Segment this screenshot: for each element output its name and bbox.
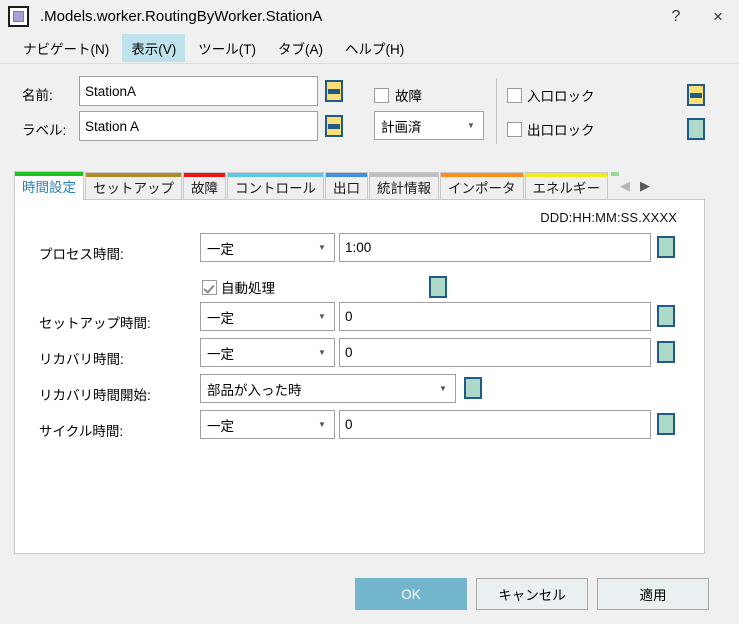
cycle-time-distribution-value: 一定 [207, 418, 234, 434]
recovery-time-input[interactable] [339, 338, 651, 367]
process-time-distribution-combo[interactable]: 一定 ▼ [200, 233, 335, 262]
auto-process-label: 自動処理 [221, 281, 275, 296]
form-divider [496, 78, 497, 144]
chevron-right-icon[interactable]: ▶ [635, 174, 655, 198]
chevron-down-icon: ▼ [439, 383, 447, 393]
menu-item-view[interactable]: 表示(V) [122, 34, 186, 62]
setup-time-distribution-combo[interactable]: 一定 ▼ [200, 302, 335, 331]
cycle-time-input[interactable] [339, 410, 651, 439]
setup-time-input[interactable] [339, 302, 651, 331]
status-combo[interactable]: 計画済 ▼ [374, 111, 484, 140]
menu-bar: ナビゲート(N) 表示(V) ツール(T) タブ(A) ヘルプ(H) [0, 33, 739, 64]
auto-process-checkbox[interactable] [202, 280, 217, 295]
recovery-time-distribution-combo[interactable]: 一定 ▼ [200, 338, 335, 367]
process-time-label: プロセス時間: [39, 247, 124, 262]
tab-failure[interactable]: 故障 [183, 172, 226, 200]
tab-label: 出口 [333, 180, 360, 196]
chevron-down-icon: ▼ [467, 120, 475, 130]
failure-checkbox-label: 故障 [395, 89, 422, 104]
entrance-lock-checkbox[interactable] [507, 88, 522, 103]
recovery-start-combo[interactable]: 部品が入った時 ▼ [200, 374, 456, 403]
tab-time-settings[interactable]: 時間設定 [14, 171, 84, 200]
chevron-down-icon: ▼ [318, 242, 326, 252]
tab-label: セットアップ [93, 180, 174, 196]
time-format-hint: DDD:HH:MM:SS.XXXX [540, 210, 677, 225]
exit-lock-checkbox[interactable] [507, 122, 522, 137]
next-tab-color-stub [611, 172, 619, 176]
tab-control[interactable]: コントロール [227, 172, 324, 200]
failure-checkbox[interactable] [374, 88, 389, 103]
status-combo-value: 計画済 [381, 119, 422, 135]
tab-color-bar [86, 173, 181, 177]
tab-statistics[interactable]: 統計情報 [369, 172, 439, 200]
menu-item-tab[interactable]: タブ(A) [269, 34, 332, 62]
cycle-time-sampler-button[interactable] [657, 413, 675, 435]
label-sampler-button[interactable] [325, 115, 343, 137]
tab-label: 統計情報 [377, 180, 431, 196]
tab-color-bar [525, 173, 607, 177]
chevron-down-icon: ▼ [318, 347, 326, 357]
tab-color-bar [441, 173, 523, 177]
tab-color-bar [184, 173, 225, 177]
tab-label: 故障 [191, 180, 218, 196]
title-bar: .Models.worker.RoutingByWorker.StationA … [0, 0, 739, 33]
tab-label: 時間設定 [22, 180, 76, 195]
dialog-footer: OK キャンセル 適用 [0, 565, 739, 624]
ok-button[interactable]: OK [355, 578, 467, 610]
recovery-start-value: 部品が入った時 [207, 382, 302, 398]
tab-energy[interactable]: エネルギー [524, 172, 608, 200]
chevron-left-icon[interactable]: ◀ [615, 174, 635, 198]
setup-time-sampler-button[interactable] [657, 305, 675, 327]
help-button[interactable]: ? [655, 0, 697, 33]
exit-lock-label: 出口ロック [527, 123, 595, 138]
recovery-time-label: リカバリ時間: [39, 352, 124, 367]
name-sampler-button[interactable] [325, 80, 343, 102]
label-input[interactable] [79, 111, 318, 141]
tab-label: インポータ [448, 180, 516, 196]
name-input[interactable] [79, 76, 318, 106]
recovery-time-distribution-value: 一定 [207, 346, 234, 362]
cancel-button[interactable]: キャンセル [476, 578, 588, 610]
menu-item-help[interactable]: ヘルプ(H) [336, 34, 413, 62]
cycle-time-distribution-combo[interactable]: 一定 ▼ [200, 410, 335, 439]
chevron-down-icon: ▼ [318, 311, 326, 321]
window-title: .Models.worker.RoutingByWorker.StationA [40, 8, 323, 25]
tab-color-bar [15, 172, 83, 176]
tab-strip: 時間設定 セットアップ 故障 コントロール 出口 統計情報 インポータ エネルギ… [14, 171, 725, 200]
name-label: 名前: [22, 88, 53, 103]
chevron-down-icon: ▼ [318, 419, 326, 429]
menu-item-navigate[interactable]: ナビゲート(N) [14, 34, 118, 62]
recovery-start-sampler-button[interactable] [464, 377, 482, 399]
tab-importer[interactable]: インポータ [440, 172, 524, 200]
tab-label: エネルギー [532, 180, 601, 196]
tab-color-bar [370, 173, 438, 177]
tab-color-bar [326, 173, 367, 177]
menu-item-tools[interactable]: ツール(T) [189, 34, 265, 62]
exit-lock-sampler-button[interactable] [687, 118, 705, 140]
tab-label: コントロール [235, 180, 316, 196]
process-time-distribution-value: 一定 [207, 241, 234, 257]
close-button[interactable]: × [697, 0, 739, 33]
tab-scroll-controls: ◀ ▶ [611, 172, 655, 200]
entrance-lock-sampler-button[interactable] [687, 84, 705, 106]
recovery-time-sampler-button[interactable] [657, 341, 675, 363]
entrance-lock-label: 入口ロック [527, 89, 595, 104]
cycle-time-label: サイクル時間: [39, 424, 124, 439]
tab-setup[interactable]: セットアップ [85, 172, 182, 200]
auto-process-sampler-button[interactable] [429, 276, 447, 298]
tab-exit[interactable]: 出口 [325, 172, 368, 200]
label-label: ラベル: [22, 123, 67, 138]
object-header-form: 名前: ラベル: 故障 計画済 ▼ 入口ロック 出口ロック [0, 64, 739, 166]
tab-color-bar [228, 173, 323, 177]
setup-time-label: セットアップ時間: [39, 316, 151, 331]
station-object-icon [8, 6, 29, 27]
process-time-input[interactable] [339, 233, 651, 262]
recovery-start-label: リカバリ時間開始: [39, 388, 151, 403]
time-settings-panel: DDD:HH:MM:SS.XXXX プロセス時間: 一定 ▼ 自動処理 セットア… [14, 199, 705, 554]
process-time-sampler-button[interactable] [657, 236, 675, 258]
apply-button[interactable]: 適用 [597, 578, 709, 610]
setup-time-distribution-value: 一定 [207, 310, 234, 326]
